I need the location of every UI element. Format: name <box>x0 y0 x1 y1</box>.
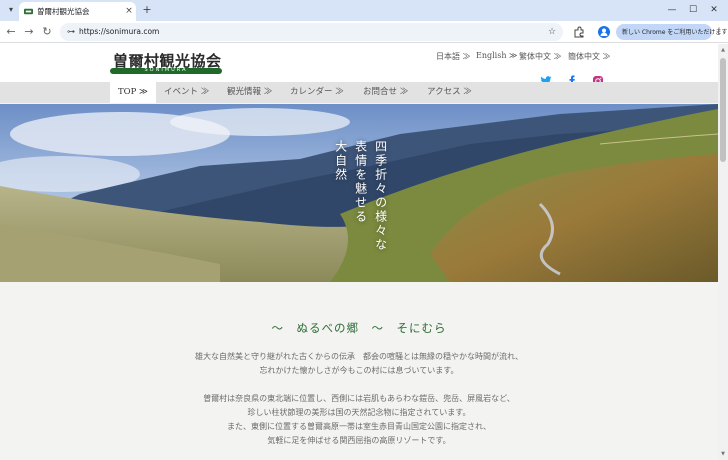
intro-p1-line1: 雄大な自然美と守り継がれた古くからの伝承 都会の喧騒とは無縁の穏やかな時間が流れ… <box>194 352 524 361</box>
site-info-icon[interactable]: ⊶ <box>66 26 76 38</box>
intro-p1-line2: 忘れかけた懐かしさが今もこの村には息づいています。 <box>259 366 459 375</box>
chrome-update-label: 新しい Chrome をご利用いただけます <box>622 29 728 36</box>
intro-paragraph-1: 雄大な自然美と守り継がれた古くからの伝承 都会の喧騒とは無縁の穏やかな時間が流れ… <box>0 350 718 378</box>
intro-p2-line4: 気軽に足を伸ばせる関西屈指の高原リゾートです。 <box>267 436 451 445</box>
maximize-button[interactable]: ☐ <box>685 2 701 18</box>
scroll-up-arrow-icon[interactable]: ▲ <box>719 46 727 54</box>
new-tab-button[interactable]: + <box>141 3 153 17</box>
profile-icon[interactable] <box>597 25 611 39</box>
browser-menu-icon[interactable]: ⋮ <box>714 25 724 39</box>
browser-tab[interactable]: 曽爾村観光協会 × <box>19 2 136 21</box>
nav-top[interactable]: TOP ≫ <box>110 82 156 103</box>
nav-calendar[interactable]: カレンダー ≫ <box>290 82 344 103</box>
site-logo[interactable]: 曽爾村観光協会 SONIMURA <box>110 50 224 76</box>
intro-paragraph-2: 曽爾村は奈良県の東北端に位置し、西側には岩肌もあらわな鎧岳、兜岳、屏風岩など、 … <box>0 392 718 448</box>
lang-english[interactable]: English ≫ <box>476 51 517 60</box>
tab-close-icon[interactable]: × <box>124 5 134 17</box>
tab-list-icon[interactable]: ▾ <box>6 3 16 17</box>
lang-simplified-chinese[interactable]: 簡体中文 ≫ <box>568 51 611 62</box>
close-window-button[interactable]: ✕ <box>706 2 722 18</box>
browser-tab-bar: ▾ 曽爾村観光協会 × + — ☐ ✕ <box>0 0 728 21</box>
logo-subtext: SONIMURA <box>144 67 188 73</box>
browser-toolbar: ← → ↻ ⊶ https://sonimura.com ☆ 新しい Chrom… <box>0 21 728 43</box>
section-title: ～ ぬるべの郷 ～ そにむら <box>271 321 447 335</box>
intro-section: ～ ぬるべの郷 ～ そにむら 雄大な自然美と守り継がれた古くからの伝承 都会の喧… <box>0 282 718 460</box>
nav-tourism-info[interactable]: 観光情報 ≫ <box>227 82 272 103</box>
lang-japanese[interactable]: 日本語 ≫ <box>436 51 471 62</box>
nav-events[interactable]: イベント ≫ <box>164 82 209 103</box>
scroll-down-arrow-icon[interactable]: ▼ <box>719 450 727 458</box>
hero-slogan-line3: 大自然 <box>333 140 348 182</box>
nav-contact[interactable]: お問合せ ≫ <box>363 82 408 103</box>
back-button[interactable]: ← <box>4 24 18 40</box>
tab-title: 曽爾村観光協会 <box>37 7 90 16</box>
extensions-icon[interactable] <box>572 25 586 39</box>
forward-button[interactable]: → <box>22 24 36 40</box>
lang-traditional-chinese[interactable]: 繁体中文 ≫ <box>519 51 562 62</box>
hero-slogan-line1: 四季折々の様々な <box>373 140 388 252</box>
bookmark-star-icon[interactable]: ☆ <box>546 25 558 39</box>
reload-button[interactable]: ↻ <box>40 24 54 40</box>
scroll-thumb[interactable] <box>720 58 726 162</box>
hero-banner: 四季折々の様々な 表情を魅せる 大自然 <box>0 104 718 282</box>
address-bar[interactable]: ⊶ https://sonimura.com ☆ <box>60 23 563 41</box>
hero-slogan-line2: 表情を魅せる <box>353 140 368 224</box>
web-page: 曽爾村観光協会 SONIMURA 日本語 ≫ English ≫ 繁体中文 ≫ … <box>0 44 718 460</box>
site-favicon-icon <box>24 8 33 15</box>
intro-p2-line1: 曽爾村は奈良県の東北端に位置し、西側には岩肌もあらわな鎧岳、兜岳、屏風岩など、 <box>203 394 515 403</box>
main-nav: TOP ≫ イベント ≫ 観光情報 ≫ カレンダー ≫ お問合せ ≫ アクセス … <box>0 82 718 103</box>
intro-p2-line3: また、東側に位置する曽爾高原一帯は室生赤目青山国定公園に指定され、 <box>226 422 492 431</box>
intro-p2-line2: 珍しい柱状節理の美形は国の天然記念物に指定されています。 <box>247 408 471 417</box>
minimize-button[interactable]: — <box>664 2 680 18</box>
site-header: 曽爾村観光協会 SONIMURA 日本語 ≫ English ≫ 繁体中文 ≫ … <box>0 44 718 82</box>
page-scrollbar[interactable]: ▲ ▼ <box>718 44 728 460</box>
nav-access[interactable]: アクセス ≫ <box>427 82 472 103</box>
url-text[interactable]: https://sonimura.com <box>79 27 159 36</box>
chrome-update-button[interactable]: 新しい Chrome をご利用いただけます <box>616 24 727 40</box>
